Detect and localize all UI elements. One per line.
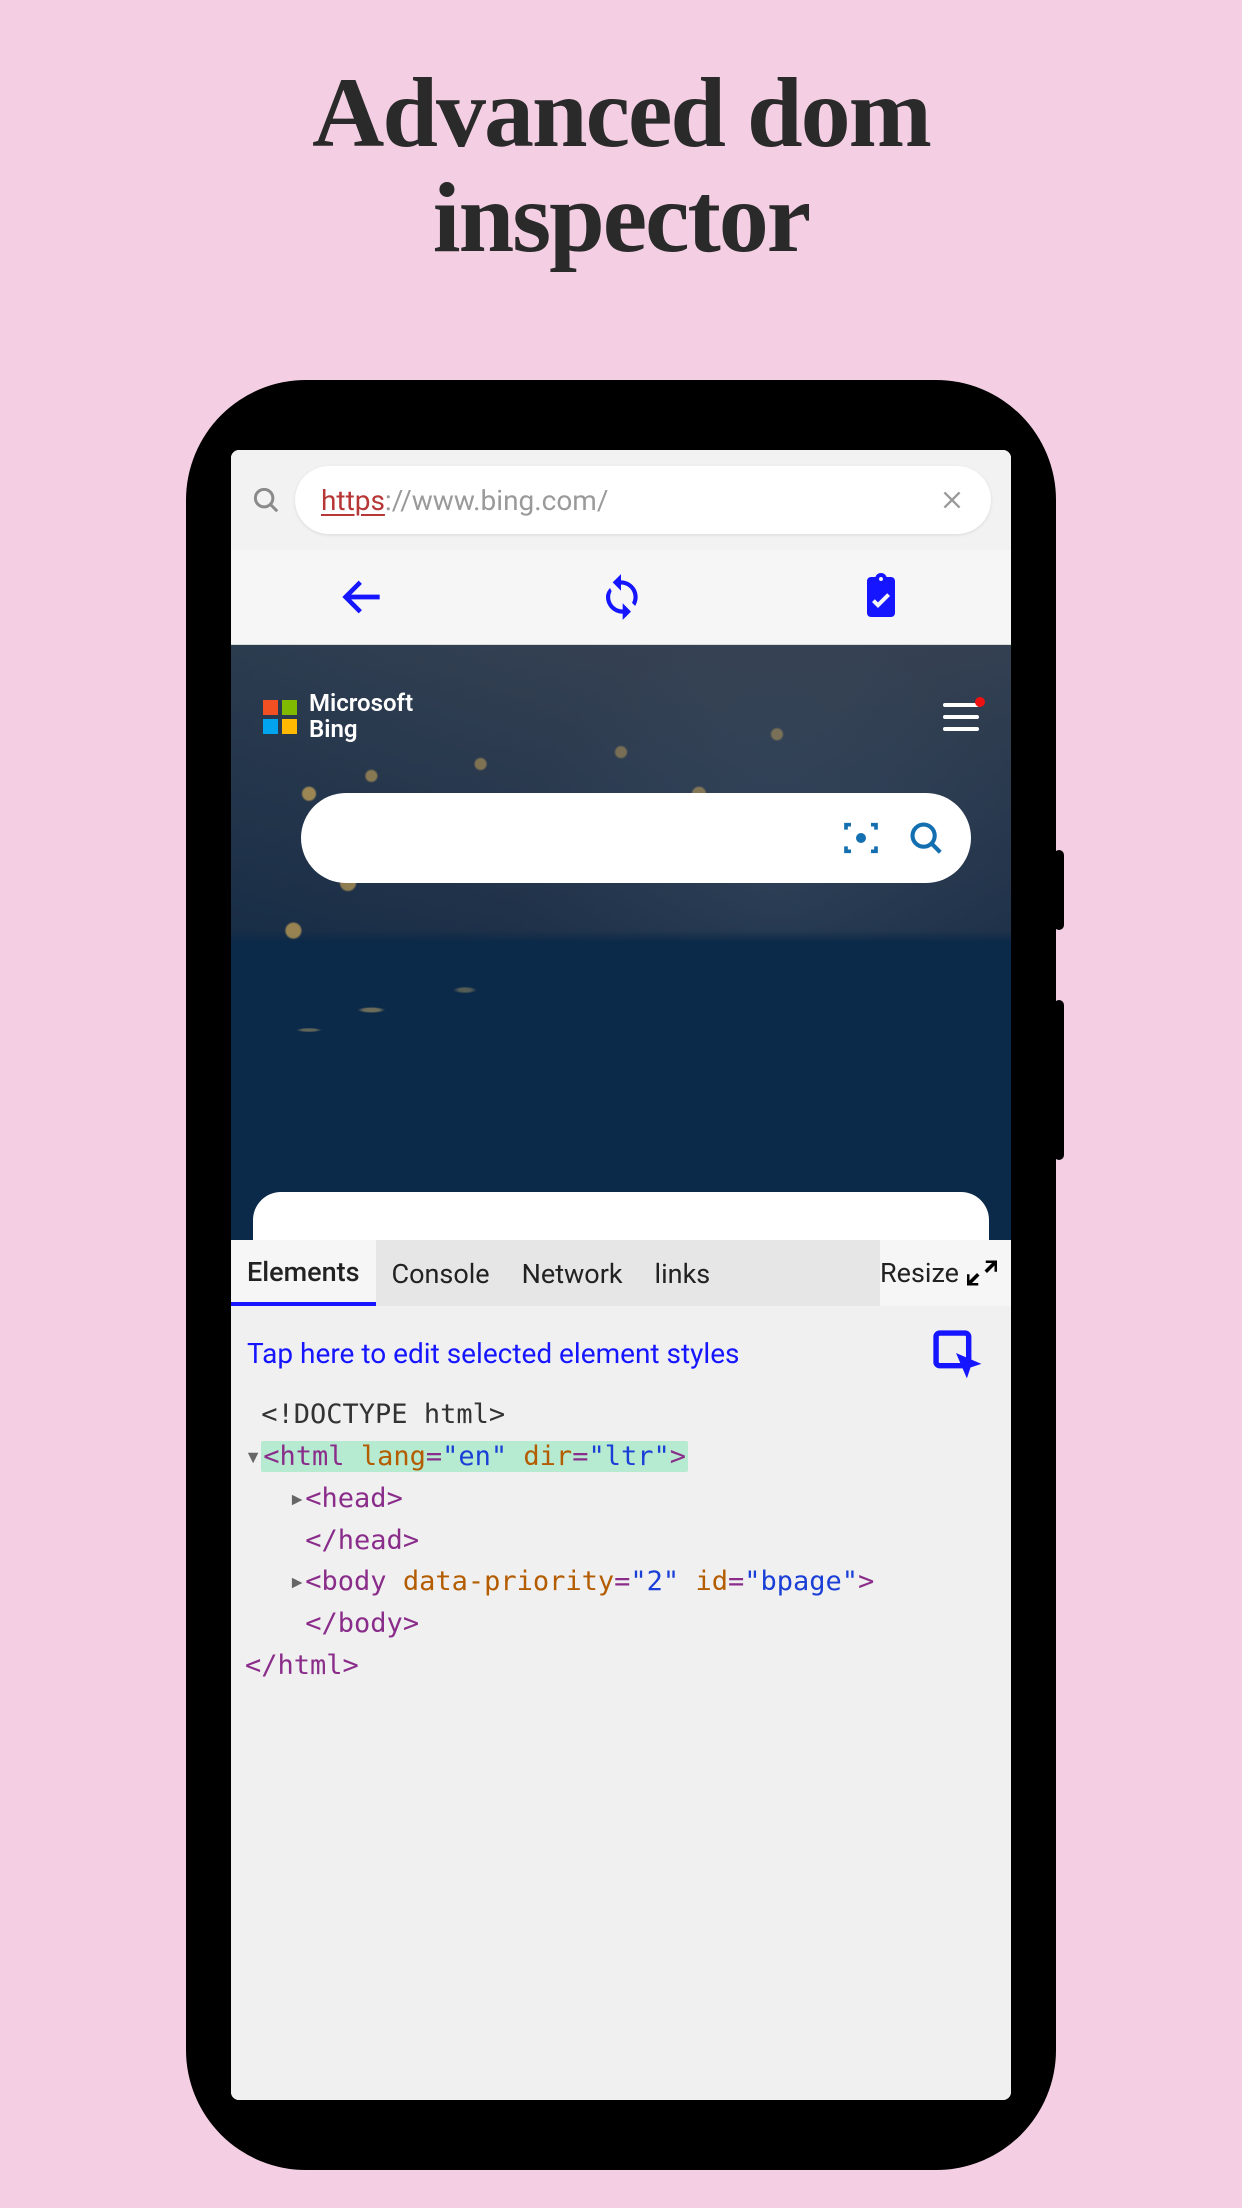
notification-dot-icon [975,697,985,707]
browser-toolbar [231,550,1011,645]
dom-line-html-open[interactable]: ▾<html lang="en" dir="ltr"> [245,1436,997,1478]
bing-header: Microsoft Bing [263,691,979,743]
bing-search-box[interactable] [301,793,971,883]
camera-search-icon[interactable] [841,818,881,858]
phone-side-button [1054,850,1064,930]
phone-side-button [1054,1000,1064,1160]
edit-styles-hint[interactable]: Tap here to edit selected element styles [247,1337,740,1370]
tab-console[interactable]: Console [376,1242,506,1304]
dom-inspector: Elements Console Network links Resize Ta… [231,1240,1011,2100]
inspector-hint-row: Tap here to edit selected element styles [231,1306,1011,1388]
inspector-tabs: Elements Console Network links Resize [231,1240,1011,1306]
headline-line-1: Advanced dom [0,60,1242,165]
address-bar-row: https://www.bing.com/ [231,450,1011,550]
search-icon[interactable] [251,485,281,515]
promo-headline: Advanced dom inspector [0,0,1242,270]
address-bar[interactable]: https://www.bing.com/ [295,466,991,534]
headline-line-2: inspector [0,165,1242,270]
tab-links[interactable]: links [639,1242,727,1304]
resize-label: Resize [880,1257,959,1289]
element-picker-icon[interactable] [927,1324,995,1382]
dom-line-body-open[interactable]: ▸<body data-priority="2" id="bpage"> [245,1561,997,1603]
dom-line-head-close[interactable]: </head> [245,1520,997,1562]
dom-line-doctype[interactable]: <!DOCTYPE html> [245,1394,997,1436]
tab-network[interactable]: Network [506,1242,639,1304]
bing-brand-text: Microsoft Bing [309,691,413,743]
phone-screen: https://www.bing.com/ [231,450,1011,2100]
dom-line-body-close[interactable]: </body> [245,1603,997,1645]
tab-elements[interactable]: Elements [231,1240,376,1306]
clear-icon[interactable] [939,487,965,513]
search-icon[interactable] [907,819,945,857]
bing-logo[interactable]: Microsoft Bing [263,691,413,743]
microsoft-logo-icon [263,700,297,734]
hamburger-menu-icon[interactable] [943,703,979,731]
content-card[interactable] [253,1192,989,1240]
expand-icon [967,1258,997,1288]
phone-frame: https://www.bing.com/ [186,380,1056,2170]
back-button[interactable] [331,567,391,627]
url-protocol: https [321,484,385,517]
dom-line-head-open[interactable]: ▸<head> [245,1478,997,1520]
webpage-viewport[interactable]: Microsoft Bing [231,645,1011,1240]
reload-button[interactable] [591,567,651,627]
resize-button[interactable]: Resize [880,1240,1011,1306]
url-rest: ://www.bing.com/ [385,484,608,517]
dom-line-html-close[interactable]: </html> [245,1645,997,1687]
dom-tree[interactable]: <!DOCTYPE html> ▾<html lang="en" dir="lt… [231,1388,1011,1707]
clipboard-button[interactable] [851,567,911,627]
